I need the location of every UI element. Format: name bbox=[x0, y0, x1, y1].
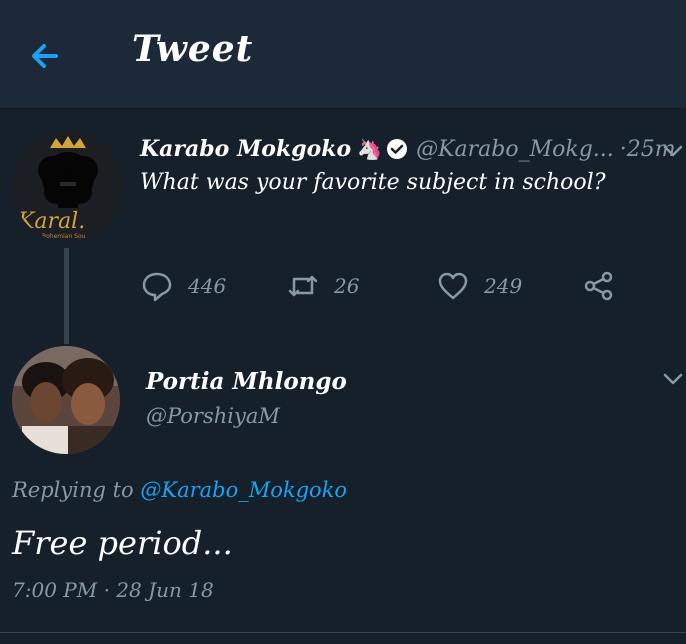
chevron-down-icon[interactable] bbox=[660, 138, 686, 164]
replying-to-link[interactable]: @Karabo_Mokgoko bbox=[140, 478, 347, 502]
retweet-icon bbox=[288, 275, 318, 297]
like-button[interactable]: 249 bbox=[436, 264, 522, 308]
replying-to-line: Replying to @Karabo_Mokgoko bbox=[12, 478, 347, 502]
top-app-bar: Tweet bbox=[0, 0, 686, 109]
replying-to-label: Replying to bbox=[12, 478, 141, 502]
reply-author-avatar[interactable] bbox=[12, 346, 120, 454]
heart-icon bbox=[438, 272, 468, 300]
avatar-logo-text: Karal. bbox=[17, 209, 85, 234]
reply-author-name[interactable]: Portia Mhlongo bbox=[146, 368, 347, 395]
avatar-logo-subtext: Bohemian Sou bbox=[42, 233, 86, 240]
chevron-down-icon[interactable] bbox=[660, 366, 686, 392]
tweet-header: Karabo Mokgoko 🦄 @Karabo_Mokg... ·25m bbox=[140, 132, 676, 166]
like-count: 249 bbox=[484, 274, 523, 298]
author-handle[interactable]: @Karabo_Mokg... bbox=[416, 137, 614, 162]
tweet-text: What was your favorite subject in school… bbox=[140, 170, 606, 195]
avatar-image: Karal. Bohemian Sou bbox=[12, 130, 124, 242]
avatar-photo bbox=[12, 346, 120, 454]
retweet-button[interactable]: 26 bbox=[286, 264, 359, 308]
back-button[interactable] bbox=[22, 34, 66, 78]
reply-count: 446 bbox=[188, 274, 227, 298]
thread-line bbox=[64, 248, 69, 344]
author-avatar[interactable]: Karal. Bohemian Sou bbox=[12, 130, 124, 242]
reply-icon bbox=[142, 272, 172, 302]
tweet-actions: 446 26 249 bbox=[140, 264, 640, 308]
author-name[interactable]: Karabo Mokgoko bbox=[140, 136, 351, 162]
reply-author-handle[interactable]: @PorshiyaM bbox=[146, 404, 280, 428]
reply-text: Free period... bbox=[12, 524, 233, 562]
page-title: Tweet bbox=[132, 28, 254, 70]
divider bbox=[0, 632, 686, 633]
arrow-left-icon bbox=[32, 44, 58, 68]
reply-button[interactable]: 446 bbox=[140, 264, 226, 308]
reply-timestamp: 7:00 PM · 28 Jun 18 bbox=[12, 578, 214, 602]
share-button[interactable] bbox=[582, 264, 630, 308]
retweet-count: 26 bbox=[334, 274, 360, 298]
share-icon bbox=[584, 271, 613, 301]
verified-badge-icon bbox=[387, 139, 408, 159]
unicorn-emoji: 🦄 bbox=[357, 137, 383, 161]
